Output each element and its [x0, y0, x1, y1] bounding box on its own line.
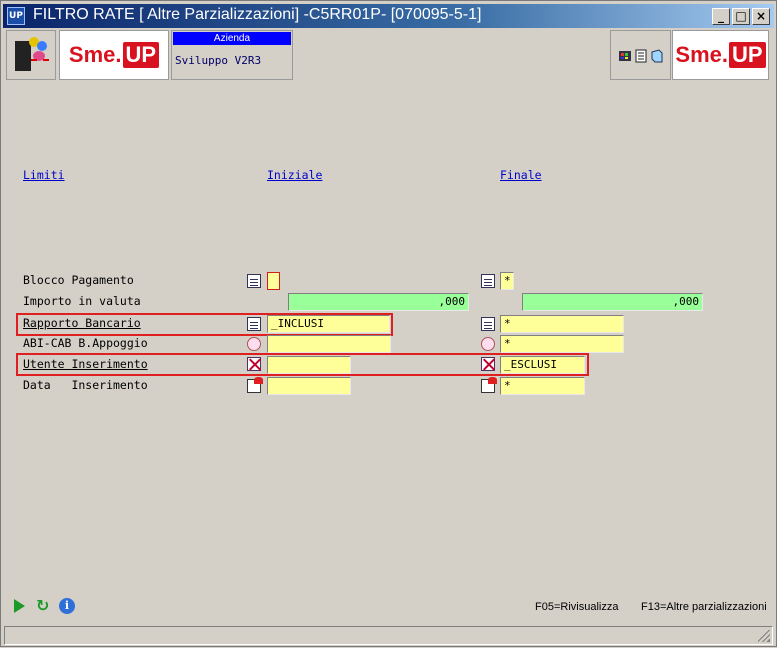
blocco-pagamento-final-input[interactable]: *	[500, 272, 514, 290]
smeup-logo[interactable]: Sme. UP	[59, 30, 169, 80]
list-icon[interactable]	[247, 274, 261, 288]
list-icon[interactable]	[247, 317, 261, 331]
palette-icon[interactable]	[618, 48, 632, 62]
azienda-value: Sviluppo V2R3	[175, 54, 262, 67]
x-icon[interactable]	[481, 357, 495, 371]
logo-up-text: UP	[122, 42, 160, 68]
clock-icon[interactable]	[481, 337, 495, 351]
clock-icon[interactable]	[247, 337, 261, 351]
label-rapporto-bancario: Rapporto Bancario	[23, 316, 141, 330]
footer: ↻ i F05=Rivisualizza F13=Altre parzializ…	[1, 589, 777, 648]
importo-final-input[interactable]: ,000	[522, 293, 703, 311]
data-final-input[interactable]: *	[500, 377, 585, 395]
x-icon[interactable]	[247, 357, 261, 371]
close-button[interactable]: ×	[752, 8, 770, 25]
list-icon[interactable]	[481, 317, 495, 331]
toolbar-icons	[610, 30, 671, 80]
logo-right-sme-text: Sme.	[675, 42, 729, 67]
info-icon[interactable]: i	[59, 598, 75, 614]
f05-rivisualizza-button[interactable]: F05=Rivisualizza	[535, 601, 618, 613]
logo-right-up-text: UP	[729, 42, 766, 68]
filter-form: Limiti Iniziale Finale Blocco Pagamento …	[1, 84, 777, 589]
status-bar	[4, 626, 773, 645]
window-title: FILTRO RATE [ Altre Parzializzazioni] -C…	[33, 6, 482, 23]
calendar-icon[interactable]	[247, 377, 263, 393]
header-limiti[interactable]: Limiti	[23, 168, 65, 182]
list-icon[interactable]	[481, 274, 495, 288]
importo-initial-input[interactable]: ,000	[288, 293, 469, 311]
utente-initial-input[interactable]	[267, 356, 351, 374]
title-bar[interactable]: UP FILTRO RATE [ Altre Parzializzazioni]…	[3, 4, 774, 28]
app-menu-icon[interactable]: UP	[7, 7, 25, 25]
label-data-inserimento: Data Inserimento	[23, 378, 148, 392]
abi-cab-final-input[interactable]: *	[500, 335, 624, 353]
header-iniziale[interactable]: Iniziale	[267, 168, 322, 182]
header-finale[interactable]: Finale	[500, 168, 542, 182]
rapporto-bancario-final-input[interactable]: *	[500, 315, 624, 333]
resize-grip-icon[interactable]	[758, 630, 770, 642]
abi-cab-initial-input[interactable]	[267, 335, 391, 353]
minimize-button[interactable]: _	[712, 8, 730, 25]
document-icon[interactable]	[634, 48, 648, 63]
book-icon[interactable]	[650, 48, 664, 63]
azienda-label: Azienda	[173, 32, 291, 45]
toolbar: Sme. UP Azienda Sviluppo V2R3 Sme. UP	[1, 28, 777, 84]
label-importo-valuta: Importo in valuta	[23, 294, 141, 308]
logo-sme-text: Sme.	[68, 42, 122, 67]
azienda-panel: Azienda Sviluppo V2R3	[171, 30, 293, 80]
maximize-button[interactable]: □	[732, 8, 750, 25]
rapporto-bancario-initial-input[interactable]: _INCLUSI	[267, 315, 390, 333]
label-blocco-pagamento: Blocco Pagamento	[23, 273, 134, 287]
app-logo-icon[interactable]	[6, 30, 56, 80]
label-utente-inserimento: Utente Inserimento	[23, 357, 148, 371]
utente-final-input[interactable]: _ESCLUSI	[500, 356, 585, 374]
calendar-icon[interactable]	[481, 377, 497, 393]
blocco-pagamento-initial-input[interactable]	[267, 272, 280, 290]
play-icon[interactable]	[14, 599, 25, 613]
main-window: UP FILTRO RATE [ Altre Parzializzazioni]…	[0, 0, 777, 647]
smeup-logo-right[interactable]: Sme. UP	[672, 30, 769, 80]
f13-altre-parzializzazioni-button[interactable]: F13=Altre parzializzazioni	[641, 601, 767, 613]
data-initial-input[interactable]	[267, 377, 351, 395]
refresh-icon[interactable]: ↻	[36, 598, 52, 614]
label-abi-cab: ABI-CAB B.Appoggio	[23, 336, 148, 350]
